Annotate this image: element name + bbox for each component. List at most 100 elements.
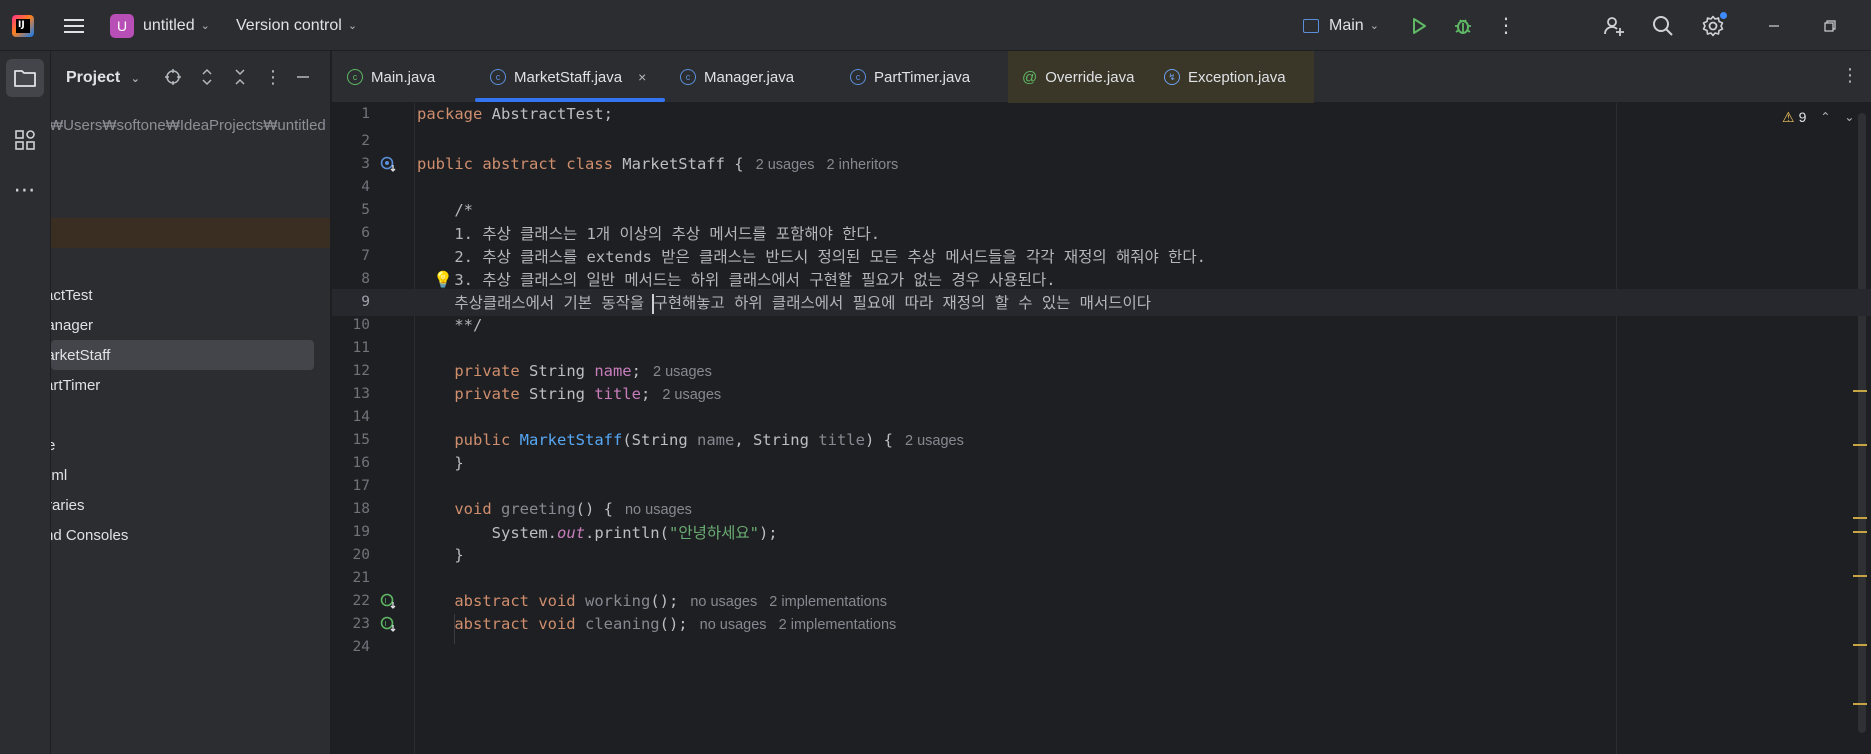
- debug-button[interactable]: [1447, 0, 1479, 51]
- warning-marker[interactable]: [1853, 703, 1867, 705]
- line-number: 3: [361, 155, 370, 172]
- collapse-icon: [235, 69, 245, 85]
- line-number: 16: [352, 455, 370, 472]
- comment-text: 1. 추상 클래스는 1개 이상의 추상 메서드를 포함해야 한다.: [417, 224, 881, 243]
- code-text: public MarketStaff(String name, String t…: [417, 431, 964, 450]
- tree-item-label: e: [51, 437, 55, 454]
- notification-dot: [1720, 12, 1727, 19]
- tree-item-iml[interactable]: iml: [51, 460, 330, 490]
- tab-label: Manager.java: [704, 68, 795, 86]
- usages-hint[interactable]: no usages 2 implementations: [690, 594, 887, 610]
- usages-hint[interactable]: 2 usages 2 inheritors: [756, 157, 899, 173]
- line-number: 19: [352, 524, 370, 541]
- code-text: abstract void working(); no usages 2 impl…: [417, 592, 887, 611]
- usages-hint[interactable]: 2 usages: [662, 387, 721, 403]
- code-with-me-button[interactable]: [1598, 0, 1630, 51]
- tab-main-java[interactable]: c Main.java: [347, 51, 435, 103]
- line-number: 2: [361, 133, 370, 150]
- code-text: }: [417, 454, 464, 473]
- line-number: 8: [361, 271, 370, 288]
- more-actions-button[interactable]: ⋮: [1490, 0, 1522, 51]
- more-vertical-icon: ⋮: [1496, 15, 1516, 37]
- tree-item-label: artTimer: [51, 376, 101, 394]
- run-button[interactable]: [1403, 0, 1435, 51]
- java-class-icon: c: [680, 69, 696, 85]
- locate-file-button[interactable]: [161, 65, 185, 89]
- usages-hint[interactable]: no usages: [625, 502, 692, 518]
- java-class-runnable-icon: c: [347, 69, 363, 85]
- hide-panel-button[interactable]: [291, 65, 315, 89]
- search-icon: [1653, 15, 1673, 36]
- comment-text: 3. 추상 클래스의 일반 메서드는 하위 클래스에서 구현할 필요가 없는 경…: [417, 271, 1056, 290]
- active-tab-indicator: [475, 98, 665, 102]
- line-number: 6: [361, 224, 370, 241]
- tree-item-scratches[interactable]: nd Consoles: [51, 520, 330, 550]
- run-config-label: Main: [1329, 16, 1364, 34]
- svg-text:I: I: [385, 597, 387, 605]
- restore-button[interactable]: [1816, 0, 1844, 51]
- implemented-method-icon[interactable]: I: [378, 614, 398, 634]
- minimize-button[interactable]: [1760, 0, 1788, 51]
- line-number: 5: [361, 201, 370, 218]
- more-tool-windows-button[interactable]: ⋯: [6, 171, 44, 209]
- tree-item-manager[interactable]: lanager: [51, 310, 330, 340]
- structure-tool-button[interactable]: [6, 121, 44, 159]
- tree-item-label: iml: [51, 466, 68, 484]
- project-path-label: ₩Users₩softone₩IdeaProjects₩untitled: [51, 116, 326, 134]
- settings-button[interactable]: [1697, 0, 1729, 51]
- minimize-icon: [1769, 24, 1779, 27]
- code-text: void greeting() {no usages: [417, 500, 692, 519]
- tree-item-label: larketStaff: [51, 346, 111, 364]
- tab-override-java[interactable]: @ Override.java: [1008, 51, 1148, 103]
- vcs-label: Version control: [236, 16, 342, 34]
- tree-item-highlighted[interactable]: [51, 218, 330, 248]
- tab-parttimer-java[interactable]: c PartTimer.java: [850, 51, 970, 103]
- svg-text:I: I: [385, 620, 387, 628]
- code-editor[interactable]: ⚠ 9 ⌃ ⌄ 1 package AbstractTest; 2 3 publ…: [332, 103, 1871, 754]
- tree-item-file[interactable]: e: [51, 430, 330, 460]
- vcs-widget[interactable]: Version control ⌄: [236, 0, 357, 51]
- line-number: 13: [352, 386, 370, 403]
- expand-all-button[interactable]: [195, 65, 219, 89]
- project-avatar[interactable]: U: [110, 0, 134, 51]
- tree-item-label: raries: [51, 496, 85, 514]
- usages-hint[interactable]: no usages 2 implementations: [700, 617, 897, 633]
- panel-options-button[interactable]: ⋮: [261, 65, 285, 89]
- tree-item-package[interactable]: actTest: [51, 280, 330, 310]
- expand-icon: [202, 68, 212, 86]
- tabs-options-button[interactable]: ⋮: [1841, 65, 1859, 86]
- line-number: 24: [352, 639, 370, 656]
- tree-item-label: actTest: [51, 286, 93, 304]
- comment-text: /*: [417, 200, 473, 219]
- tree-item-project-path[interactable]: ₩Users₩softone₩IdeaProjects₩untitled: [51, 110, 330, 140]
- project-name: untitled: [143, 16, 195, 34]
- tree-item-libraries[interactable]: raries: [51, 490, 330, 520]
- usages-hint[interactable]: 2 usages: [905, 433, 964, 449]
- usages-hint[interactable]: 2 usages: [653, 364, 712, 380]
- more-vertical-icon: ⋮: [1841, 65, 1859, 85]
- minus-icon: [297, 76, 309, 78]
- implemented-method-icon[interactable]: I: [378, 591, 398, 611]
- code-text: }: [417, 546, 464, 565]
- main-menu-button[interactable]: [62, 0, 86, 51]
- project-panel-header: Project ⌄ ⋮: [51, 51, 330, 105]
- close-icon[interactable]: ×: [638, 69, 646, 85]
- app-logo[interactable]: IJ: [12, 0, 38, 51]
- project-panel-title[interactable]: Project ⌄: [66, 69, 140, 87]
- tab-manager-java[interactable]: c Manager.java: [680, 51, 794, 103]
- run-config-selector[interactable]: Main ⌄: [1303, 0, 1379, 51]
- folder-icon: [14, 70, 36, 87]
- implemented-by-icon[interactable]: [378, 154, 398, 174]
- project-tool-button[interactable]: [6, 59, 44, 97]
- code-text: private String name; 2 usages: [417, 362, 712, 381]
- tab-exception-java[interactable]: ↯ Exception.java: [1148, 51, 1314, 103]
- project-widget[interactable]: untitled ⌄: [143, 0, 210, 51]
- tree-item-parttimer[interactable]: artTimer: [51, 370, 330, 400]
- search-everywhere-button[interactable]: [1647, 0, 1679, 51]
- tree-item-marketstaff[interactable]: larketStaff: [51, 340, 314, 370]
- collapse-all-button[interactable]: [228, 65, 252, 89]
- bug-icon: [1455, 18, 1471, 34]
- tab-marketstaff-java[interactable]: c MarketStaff.java ×: [490, 51, 646, 103]
- line-number: 1: [361, 105, 370, 122]
- structure-icon: [15, 130, 35, 150]
